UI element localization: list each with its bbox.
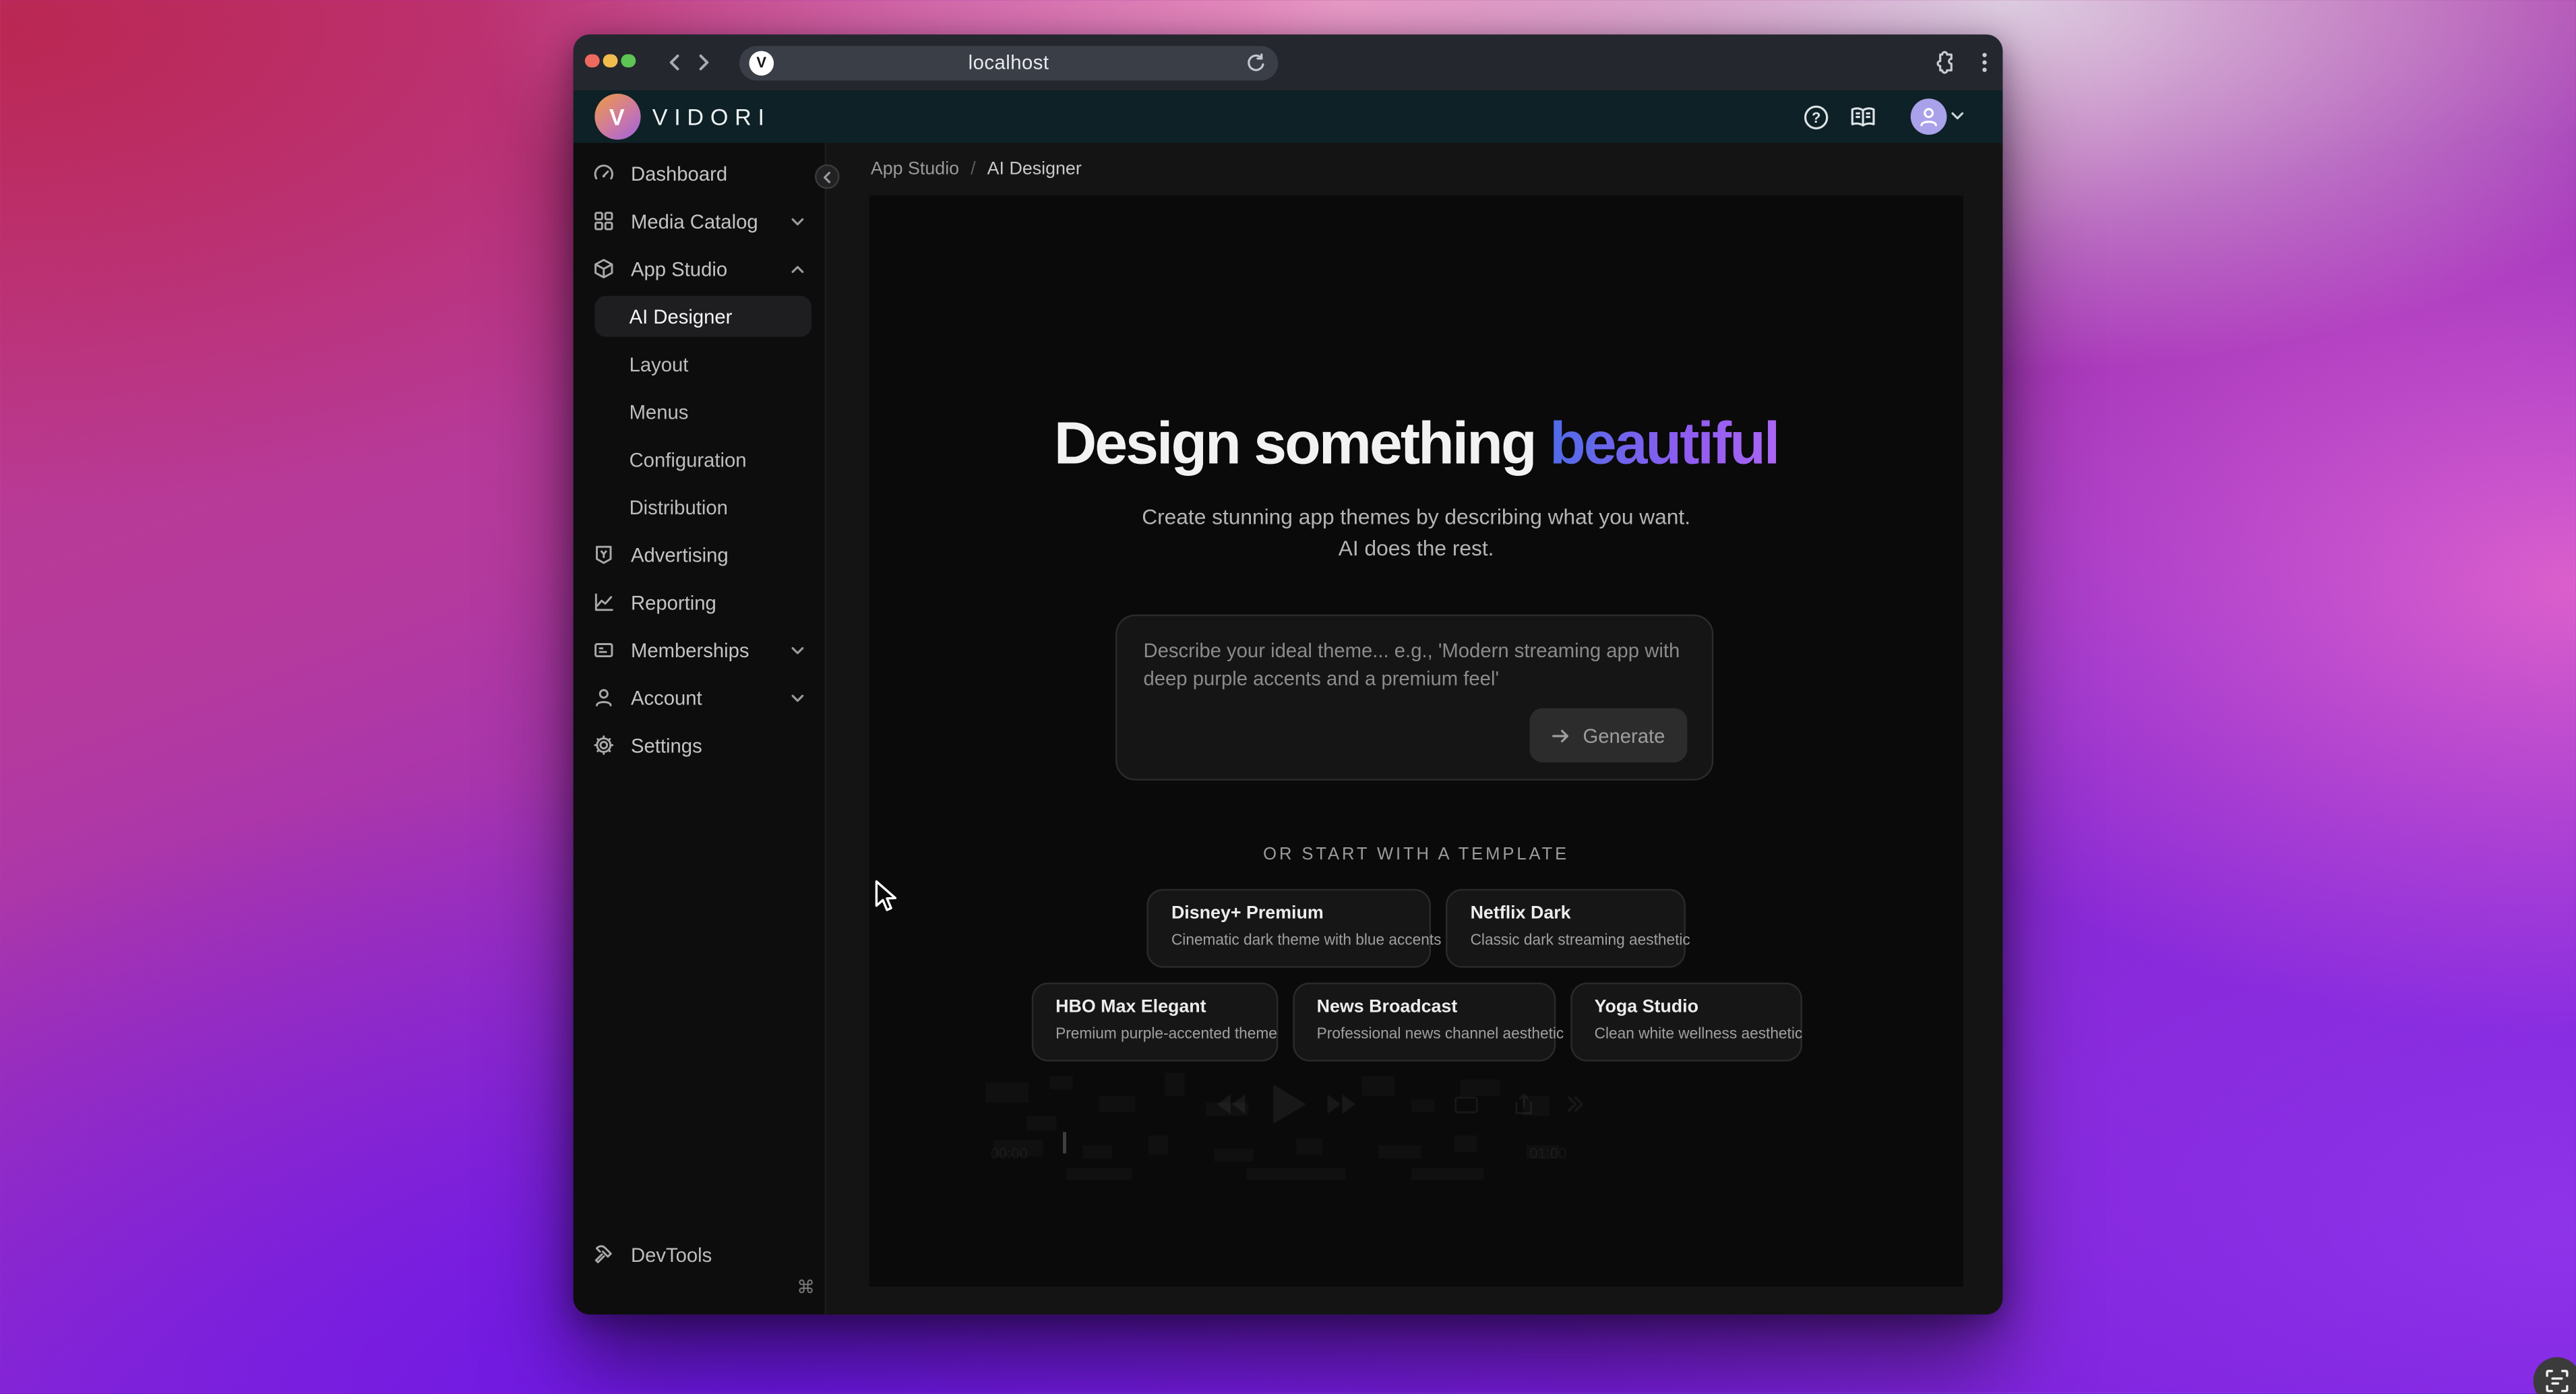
app-header: V VIDORI ?: [574, 90, 2003, 143]
sidebar-item-menus[interactable]: Menus: [574, 388, 825, 435]
templates-heading: OR START WITH A TEMPLATE: [869, 845, 1963, 864]
reload-icon[interactable]: [1246, 52, 1267, 73]
svg-text:?: ?: [1812, 109, 1820, 125]
browser-toolbar: V localhost: [574, 34, 2003, 90]
main-content: App Studio / AI Designer: [826, 143, 2002, 1314]
browser-window: V localhost V VIDORI: [574, 34, 2003, 1314]
template-row-1: Disney+ Premium Cinematic dark theme wit…: [869, 889, 1963, 968]
address-bar[interactable]: V localhost: [739, 45, 1279, 80]
skip-forward-icon: [1328, 1094, 1355, 1114]
template-card-yoga-studio[interactable]: Yoga Studio Clean white wellness aesthet…: [1570, 983, 1802, 1062]
template-card-hbo-max-elegant[interactable]: HBO Max Elegant Premium purple-accented …: [1031, 983, 1278, 1062]
progress-tick: [1063, 1132, 1066, 1153]
template-card-netflix-dark[interactable]: Netflix Dark Classic dark streaming aest…: [1446, 889, 1686, 968]
sidebar-item-dashboard[interactable]: Dashboard: [574, 150, 825, 198]
sidebar-item-configuration[interactable]: Configuration: [574, 435, 825, 483]
grid-icon: [593, 210, 615, 232]
skip-back-icon: [1217, 1094, 1245, 1114]
arrow-right-icon: [1552, 725, 1571, 745]
page-subtitle: Create stunning app themes by describing…: [869, 501, 1963, 564]
sidebar-item-ai-designer[interactable]: AI Designer: [594, 296, 811, 337]
sidebar: Dashboard Media Catalog App Studio: [574, 143, 826, 1314]
generate-button[interactable]: Generate: [1529, 708, 1687, 762]
advertising-icon: [593, 544, 615, 566]
sidebar-item-advertising[interactable]: Advertising: [574, 531, 825, 578]
docs-book-icon[interactable]: [1848, 102, 1878, 130]
extensions-icon[interactable]: [1930, 49, 1957, 75]
membership-card-icon: [593, 639, 615, 661]
sidebar-item-memberships[interactable]: Memberships: [574, 626, 825, 674]
cube-icon: [593, 258, 615, 280]
chevron-up-icon: [790, 264, 805, 274]
hammer-icon: [593, 1244, 615, 1265]
brand-name: VIDORI: [652, 90, 771, 143]
time-total: 01:00: [1529, 1145, 1566, 1161]
screen-capture-button[interactable]: [2534, 1357, 2576, 1394]
page-title: Design something beautiful: [869, 409, 1963, 478]
prompt-card: Generate: [1115, 615, 1713, 781]
gear-icon: [593, 735, 615, 756]
gauge-icon: [593, 162, 615, 184]
template-row-2: HBO Max Elegant Premium purple-accented …: [869, 983, 1963, 1062]
template-card-news-broadcast[interactable]: News Broadcast Professional news channel…: [1292, 983, 1555, 1062]
captions-icon: [1454, 1096, 1479, 1114]
avatar[interactable]: [1911, 98, 1947, 135]
sidebar-item-settings[interactable]: Settings: [574, 721, 825, 769]
help-icon[interactable]: ?: [1802, 102, 1830, 130]
time-current: 00:00: [991, 1145, 1028, 1161]
expand-chevrons-icon: [1566, 1094, 1585, 1114]
sidebar-item-distribution[interactable]: Distribution: [574, 483, 825, 531]
mouse-cursor: [874, 879, 899, 913]
vidori-logo: V: [594, 94, 640, 140]
breadcrumb-page: AI Designer: [987, 159, 1082, 179]
chevron-down-icon: [790, 645, 805, 655]
sidebar-collapse-button[interactable]: [815, 164, 840, 189]
page-title-accent: beautiful: [1550, 409, 1778, 477]
user-icon: [593, 687, 615, 708]
sidebar-item-reporting[interactable]: Reporting: [574, 578, 825, 626]
chevron-down-icon: [790, 692, 805, 702]
chart-line-icon: [593, 592, 615, 613]
url-text: localhost: [739, 45, 1279, 80]
forward-button[interactable]: [692, 51, 714, 74]
breadcrumb-separator: /: [971, 159, 975, 179]
sidebar-item-devtools[interactable]: DevTools: [574, 1231, 825, 1279]
minimize-window-button[interactable]: [603, 54, 617, 68]
browser-menu-icon[interactable]: [1973, 49, 1996, 75]
ai-designer-canvas: 00:00 01:00 Design something beautiful C…: [869, 195, 1963, 1287]
desktop: V localhost V VIDORI: [0, 0, 2576, 1394]
chevron-down-icon: [790, 216, 805, 226]
breadcrumb-section[interactable]: App Studio: [871, 159, 959, 179]
sidebar-item-app-studio[interactable]: App Studio: [574, 245, 825, 293]
breadcrumb: App Studio / AI Designer: [871, 143, 1082, 195]
play-icon: [1273, 1085, 1306, 1124]
back-button[interactable]: [664, 51, 687, 74]
template-card-disney-premium[interactable]: Disney+ Premium Cinematic dark theme wit…: [1146, 889, 1431, 968]
command-key-glyph: ⌘: [797, 1277, 815, 1298]
sidebar-item-account[interactable]: Account: [574, 673, 825, 721]
share-icon: [1513, 1093, 1535, 1116]
sidebar-item-media-catalog[interactable]: Media Catalog: [574, 198, 825, 245]
zoom-window-button[interactable]: [621, 54, 636, 68]
scan-text-icon: [2545, 1368, 2570, 1393]
account-menu-chevron-icon[interactable]: [1950, 110, 1965, 121]
close-window-button[interactable]: [585, 54, 599, 68]
sidebar-item-layout[interactable]: Layout: [574, 340, 825, 388]
